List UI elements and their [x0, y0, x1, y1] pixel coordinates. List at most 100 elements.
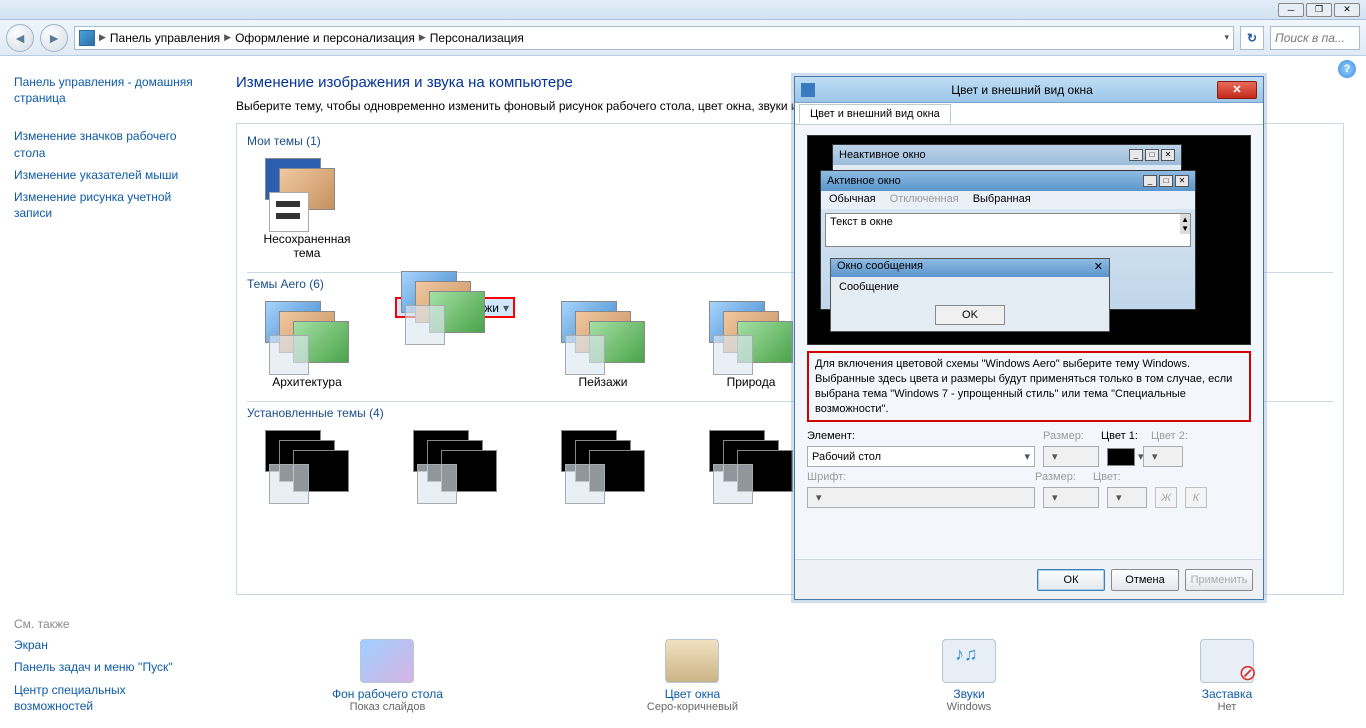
bottom-link-value: Нет	[1200, 701, 1254, 713]
preview-textarea[interactable]: Текст в окне	[825, 213, 1191, 247]
label-color1: Цвет 1:	[1101, 430, 1143, 442]
label-font-size: Размер:	[1035, 471, 1085, 483]
breadcrumb-seg[interactable]: Оформление и персонализация	[235, 31, 415, 45]
msgbox-body: Сообщение	[831, 277, 1109, 301]
label-size: Размер:	[1043, 430, 1093, 442]
theme-thumb-icon	[401, 271, 436, 341]
minimize-button[interactable]: ─	[1278, 3, 1304, 17]
italic-button: К	[1185, 487, 1207, 508]
chevron-down-icon[interactable]: ▾	[1224, 32, 1229, 43]
window-buttons-icon: _□✕	[1129, 149, 1175, 161]
bottom-link-label: Цвет окна	[647, 687, 738, 701]
screensaver-link[interactable]: Заставка Нет	[1200, 639, 1254, 713]
theme-thumb-icon	[265, 430, 349, 500]
dialog-title: Цвет и внешний вид окна	[827, 83, 1217, 97]
sounds-link[interactable]: Звуки Windows	[942, 639, 996, 713]
see-also-header: См. также	[14, 617, 204, 631]
seealso-ease-of-access[interactable]: Центр специальных возможностей	[14, 682, 204, 714]
theme-item[interactable]	[395, 426, 515, 508]
dialog-tabs: Цвет и внешний вид окна	[795, 103, 1263, 125]
theme-unsaved[interactable]: Несохраненная тема	[247, 154, 367, 264]
theme-thumb-icon	[265, 158, 349, 228]
sidebar-link-pointers[interactable]: Изменение указателей мыши	[14, 167, 200, 183]
maximize-button[interactable]: ❐	[1306, 3, 1332, 17]
theme-thumb-icon	[709, 301, 793, 371]
breadcrumb-seg[interactable]: Персонализация	[430, 31, 524, 45]
window-color-link[interactable]: Цвет окна Серо-коричневый	[647, 639, 738, 713]
desktop-background-link[interactable]: Фон рабочего стола Показ слайдов	[332, 639, 443, 713]
sidebar-link-icons[interactable]: Изменение значков рабочего стола	[14, 128, 200, 160]
theme-item[interactable]	[247, 426, 367, 508]
theme-characters[interactable]: Персонажи	[395, 297, 515, 318]
bottom-link-value: Windows	[942, 701, 996, 713]
menu-item-selected[interactable]: Выбранная	[973, 193, 1031, 207]
see-also: См. также Экран Панель задач и меню ''Пу…	[14, 617, 204, 720]
dialog-close-button[interactable]: ✕	[1217, 81, 1257, 99]
theme-label: Архитектура	[251, 375, 363, 389]
close-button[interactable]: ✕	[1334, 3, 1360, 17]
preview-active-title: Активное окно	[827, 175, 901, 187]
cancel-button[interactable]: Отмена	[1111, 569, 1179, 591]
color-appearance-dialog: Цвет и внешний вид окна ✕ Цвет и внешний…	[794, 76, 1264, 600]
chevron-right-icon: ▶	[224, 32, 231, 43]
ok-button[interactable]: ОК	[1037, 569, 1105, 591]
label-font: Шрифт:	[807, 471, 1027, 483]
breadcrumb-seg[interactable]: Панель управления	[110, 31, 220, 45]
sound-icon	[942, 639, 996, 683]
slideshow-icon	[360, 639, 414, 683]
seealso-display[interactable]: Экран	[14, 637, 204, 653]
menu-item-normal[interactable]: Обычная	[829, 193, 876, 207]
label-color2: Цвет 2:	[1151, 430, 1188, 442]
theme-thumb-icon	[709, 430, 793, 500]
preview-message-box[interactable]: Окно сообщения ✕ Сообщение OK	[830, 258, 1110, 332]
theme-item[interactable]	[691, 426, 811, 508]
bottom-link-label: Заставка	[1200, 687, 1254, 701]
seealso-taskbar[interactable]: Панель задач и меню ''Пуск''	[14, 659, 204, 675]
tab-color-appearance[interactable]: Цвет и внешний вид окна	[799, 104, 951, 124]
msgbox-ok-button[interactable]: OK	[935, 305, 1005, 325]
apply-button: Применить	[1185, 569, 1253, 591]
theme-thumb-icon	[561, 430, 645, 500]
window-buttons-icon: _□✕	[1143, 175, 1189, 187]
theme-item[interactable]	[543, 426, 663, 508]
sidebar-home[interactable]: Панель управления - домашняя страница	[14, 74, 200, 106]
label-element: Элемент:	[807, 430, 867, 442]
window-preview: Неактивное окно _□✕ Активное окно _□✕ Об…	[807, 135, 1251, 345]
dialog-buttons: ОК Отмена Применить	[795, 559, 1263, 599]
theme-thumb-icon	[413, 430, 497, 500]
theme-thumb-icon	[561, 301, 645, 371]
font-select	[807, 487, 1035, 508]
msgbox-title: Окно сообщения	[837, 260, 923, 276]
close-icon[interactable]: ✕	[1094, 260, 1103, 276]
color1-swatch[interactable]	[1107, 448, 1135, 466]
font-size-select	[1043, 487, 1099, 508]
preview-inactive-title: Неактивное окно	[839, 149, 926, 161]
color-swatch-icon	[665, 639, 719, 683]
navbar: ◄ ► ▶ Панель управления ▶ Оформление и п…	[0, 20, 1366, 56]
refresh-button[interactable]: ↻	[1240, 26, 1264, 50]
label-font-color: Цвет:	[1093, 471, 1121, 483]
dialog-body: Неактивное окно _□✕ Активное окно _□✕ Об…	[795, 125, 1263, 522]
font-color-select	[1107, 487, 1147, 508]
sidebar-link-account-pic[interactable]: Изменение рисунка учетной записи	[14, 189, 200, 221]
theme-nature[interactable]: Природа	[691, 297, 811, 393]
search-input[interactable]: Поиск в па...	[1270, 26, 1360, 50]
size-select	[1043, 446, 1099, 467]
element-select[interactable]: Рабочий стол	[807, 446, 1035, 467]
theme-landscapes[interactable]: Пейзажи	[543, 297, 663, 393]
theme-architecture[interactable]: Архитектура	[247, 297, 367, 393]
theme-label: Пейзажи	[547, 375, 659, 389]
chevron-right-icon: ▶	[99, 32, 106, 43]
control-panel-icon	[79, 30, 95, 46]
dialog-titlebar[interactable]: Цвет и внешний вид окна ✕	[795, 77, 1263, 103]
color2-select	[1143, 446, 1183, 467]
bottom-link-label: Звуки	[942, 687, 996, 701]
menu-item-disabled: Отключенная	[890, 193, 959, 207]
bottom-link-value: Показ слайдов	[332, 701, 443, 713]
forward-button[interactable]: ►	[40, 24, 68, 52]
chevron-right-icon: ▶	[419, 32, 426, 43]
preview-menubar: Обычная Отключенная Выбранная	[821, 191, 1195, 209]
bottom-link-label: Фон рабочего стола	[332, 687, 443, 701]
back-button[interactable]: ◄	[6, 24, 34, 52]
breadcrumb[interactable]: ▶ Панель управления ▶ Оформление и персо…	[74, 26, 1234, 50]
